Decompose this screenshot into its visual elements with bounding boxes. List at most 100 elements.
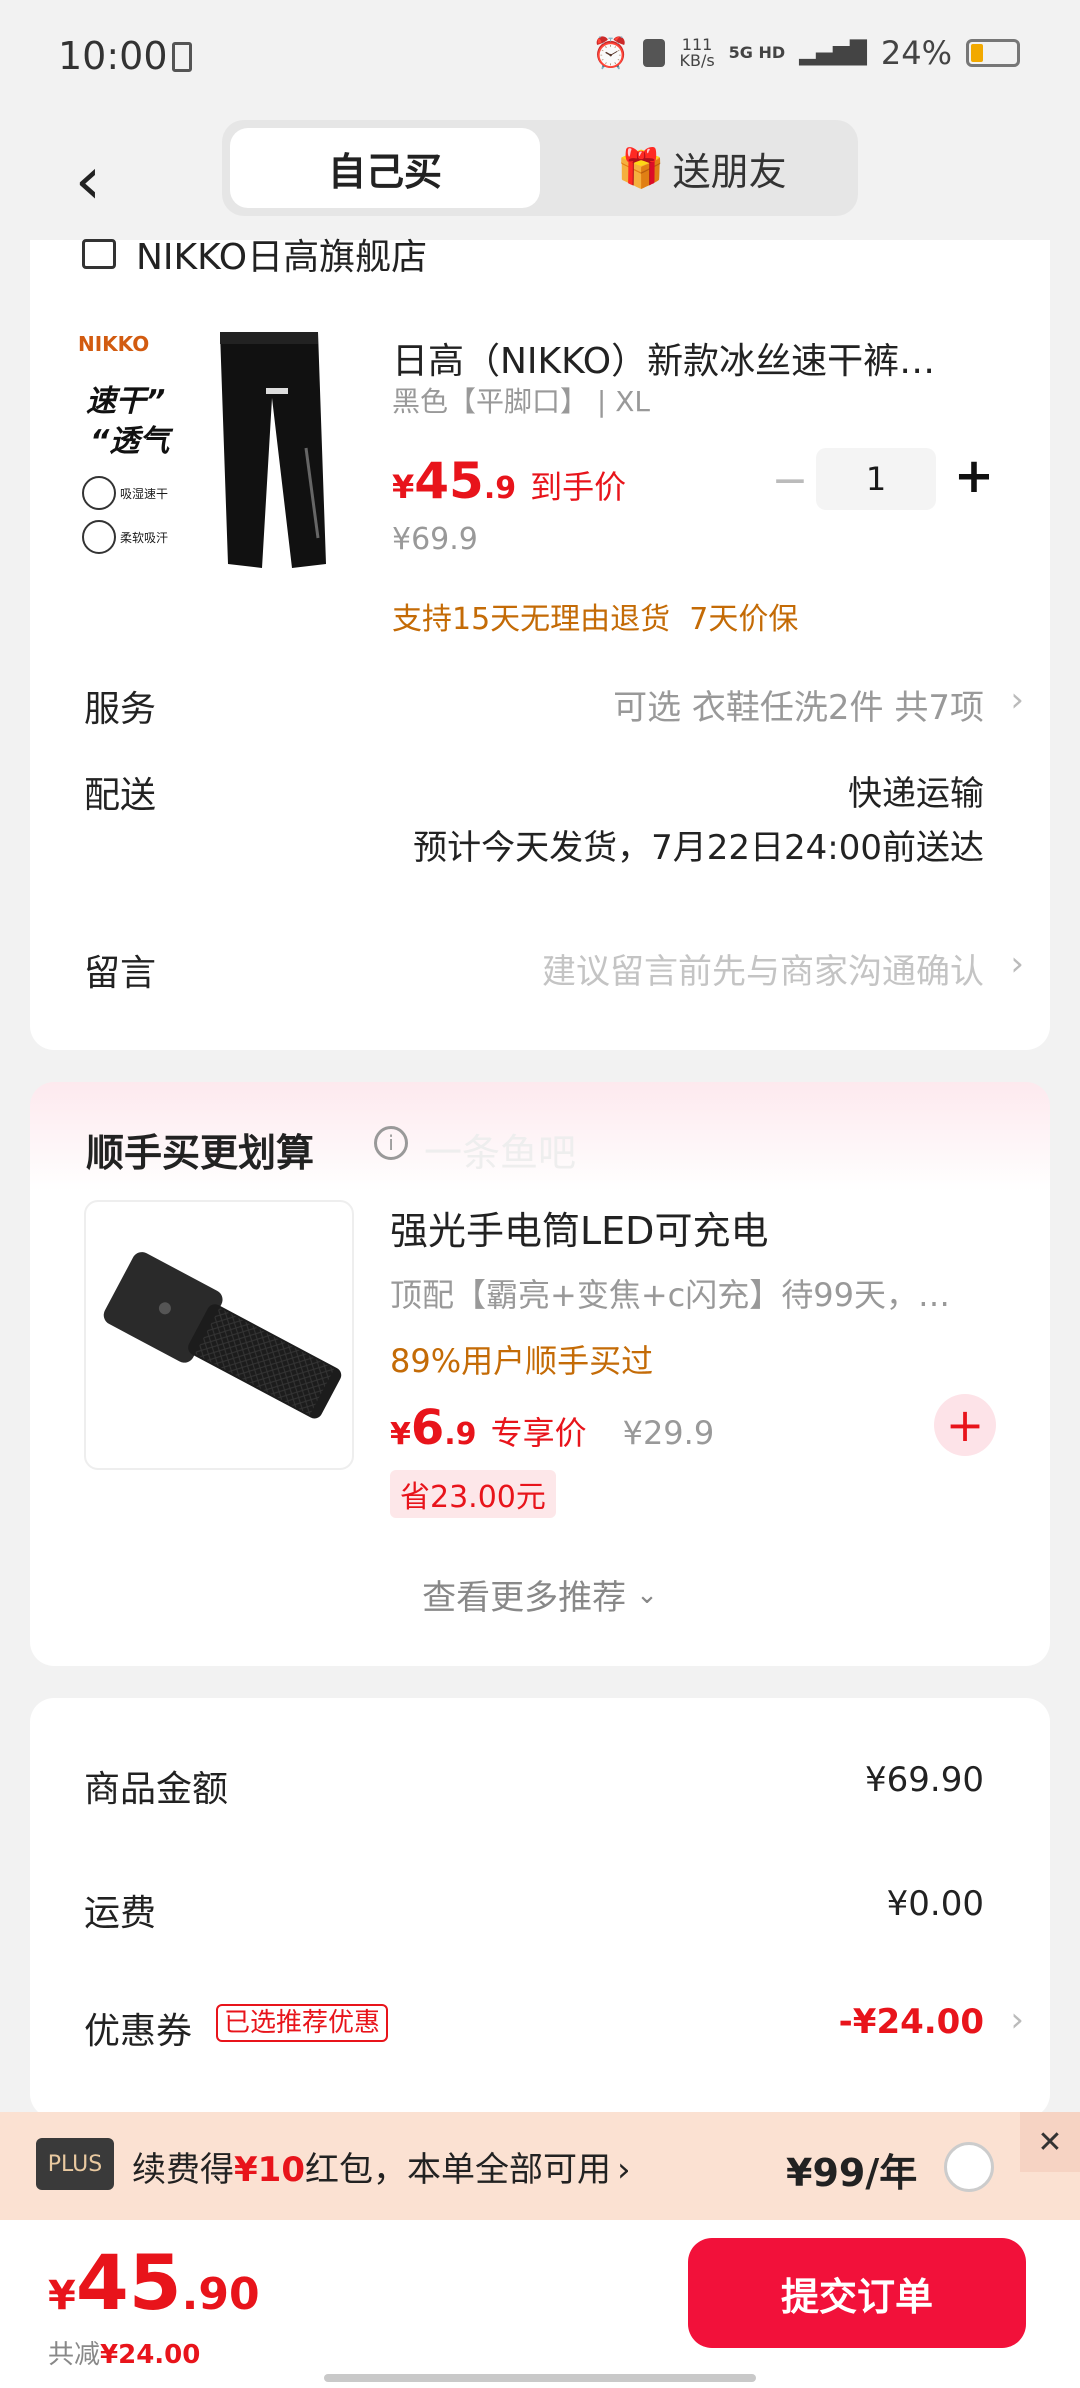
service-row[interactable]: 服务 可选 衣鞋任洗2件 共7项 › [84,676,1024,736]
upsell-item-title[interactable]: 强光手电筒LED可充电 [390,1200,768,1255]
chevron-down-icon: ⌄ [636,1579,658,1610]
network-type: 5G HD [728,43,786,62]
upsell-title: 顺手买更划算 [86,1131,315,1175]
quantity-field[interactable]: 1 [816,448,936,510]
plus-text-pre: 续费得 [132,2150,234,2190]
pants-image [220,332,326,568]
product-title[interactable]: 日高（NIKKO）新款冰丝速干裤… [392,332,1012,384]
delivery-row: 配送 快递运输 预计今天发货，7月22日24:00前送达 [84,762,1024,882]
store-icon [82,239,116,269]
note-placeholder: 建议留言前先与商家沟通确认 [542,952,984,992]
decrease-qty-button[interactable]: − [760,450,820,510]
tab-self-buy[interactable]: 自己买 [230,128,540,208]
gift-icon: 🎁 [617,145,665,190]
chevron-right-icon: › [616,2150,631,2190]
checkout-bar: ¥ 45 .90 共减¥24.00 提交订单 [0,2220,1080,2388]
guarantee-text: 支持15天无理由退货 7天价保 [392,602,799,637]
coupon-tag: 已选推荐优惠 [216,2004,389,2042]
note-label: 留言 [84,953,157,994]
shipping-value: ¥0.00 [886,1884,984,1924]
price-summary-card: 商品金额 ¥69.90 运费 ¥0.00 优惠券 已选推荐优惠 -¥24.00 … [30,1698,1050,2118]
product-price: ¥ 45 .9 到手价 [392,452,626,510]
buy-mode-switch: 自己买 🎁 送朋友 [222,120,858,216]
original-price: ¥69.9 [392,522,478,557]
upsell-original-price: ¥29.9 [622,1414,715,1452]
contact-icon [643,39,666,67]
goods-amount-value: ¥69.90 [865,1760,984,1800]
price-symbol: ¥ [392,468,415,506]
delivery-eta: 预计今天发货，7月22日24:00前送达 [413,828,984,868]
thumb-badge-1-text: 吸湿速干 [120,486,169,501]
upsell-card: 顺手买更划算 i 一条鱼吧 强光手电筒LED可充电 顶配【霸亮+变焦+c闪充】待… [30,1082,1050,1666]
plus-promo-bar[interactable]: PLUS 续费得 ¥10 红包，本单全部可用 › ¥99/年 ✕ [0,2112,1080,2220]
battery-level [971,44,983,62]
back-icon[interactable]: ‹ [58,140,118,220]
signal-icon: ▂▄▆█ [799,40,867,66]
upsell-item-image[interactable] [84,1200,354,1470]
upsell-item-desc: 顶配【霸亮+变焦+c闪充】待99天，… [390,1276,950,1314]
note-row[interactable]: 留言 建议留言前先与商家沟通确认 › [84,940,1024,1000]
chevron-right-icon: › [1010,2000,1024,2040]
upsell-price-label: 专享价 [490,1414,587,1452]
thumb-badge-2-text: 柔软吸汗 [120,530,169,545]
thumb-brand: NIKKO [78,332,150,356]
total-decimal: .90 [181,2269,260,2320]
price-label: 到手价 [530,468,627,506]
product-image[interactable]: NIKKO 速干” “透气 吸湿速干 柔软吸汗 [76,326,346,596]
coupon-value: -¥24.00 [838,2002,984,2042]
coupon-label: 优惠券 [84,2011,193,2052]
battery-icon [966,39,1020,67]
upsell-ghost-text: 一条鱼吧 [424,1131,577,1175]
service-label: 服务 [84,689,157,730]
increase-qty-button[interactable]: + [944,446,1004,506]
discount-label: 共减 [48,2340,101,2370]
product-variant[interactable]: 黑色【平脚口】 | XL [392,380,650,420]
add-upsell-button[interactable]: + [934,1394,996,1456]
tab-gift-label: 送朋友 [672,149,787,194]
net-speed: 111 KB/s [679,37,714,69]
upsell-price-symbol: ¥ [390,1417,411,1452]
upsell-price-integer: 6 [410,1400,445,1456]
delivery-method: 快递运输 [848,774,984,814]
status-right: ⏰ 111 KB/s 5G HD ▂▄▆█ 24% [592,34,1020,72]
flashlight-image [103,1252,342,1419]
plus-select-radio[interactable] [944,2142,994,2192]
store-row[interactable]: NIKKO日高旗舰店 [82,234,427,274]
total-integer: 45 [75,2238,182,2327]
thumb-badge-2: 柔软吸汗 [82,520,168,554]
net-speed-unit: KB/s [679,51,715,70]
discount-value: ¥24.00 [100,2340,201,2370]
thumb-badge-1: 吸湿速干 [82,476,168,510]
goods-amount-label: 商品金额 [84,1769,229,1810]
upsell-save-badge: 省23.00元 [390,1470,556,1518]
plus-text-post: 红包，本单全部可用 [304,2150,611,2190]
close-icon[interactable]: ✕ [1020,2112,1080,2172]
status-bar: 10:00 ⏰ 111 KB/s 5G HD ▂▄▆█ 24% [0,0,1080,118]
upsell-bought-text: 89%用户顺手买过 [390,1342,654,1380]
tab-gift-friend[interactable]: 🎁 送朋友 [552,128,852,208]
chevron-right-icon: › [1010,680,1024,720]
store-name: NIKKO日高旗舰店 [136,237,428,274]
shipping-label: 运费 [84,1893,157,1934]
home-indicator[interactable] [324,2374,756,2382]
alarm-icon: ⏰ [592,35,630,71]
submit-order-button[interactable]: 提交订单 [688,2238,1026,2348]
plus-price: ¥99/年 [786,2151,918,2195]
plus-badge: PLUS [36,2138,114,2190]
upsell-price-decimal: .9 [444,1417,477,1452]
total-price: ¥ 45 .90 [48,2238,260,2327]
chevron-right-icon: › [1010,944,1024,984]
thumb-line2: “透气 [90,424,170,459]
battery-percent: 24% [880,34,952,72]
badge-circle-icon [82,520,116,554]
see-more-recommend[interactable]: 查看更多推荐 ⌄ [30,1570,1050,1619]
delivery-label: 配送 [84,775,157,816]
upsell-price: ¥ 6 .9 专享价 ¥29.9 [390,1400,714,1456]
battery-small-icon [172,42,192,72]
see-more-label: 查看更多推荐 [422,1578,627,1618]
coupon-row[interactable]: 优惠券 已选推荐优惠 -¥24.00 › [84,2000,1024,2052]
price-decimal: .9 [483,471,517,506]
thumb-line1: 速干” [86,384,166,419]
info-icon[interactable]: i [374,1126,408,1160]
order-item-card: NIKKO日高旗舰店 NIKKO 速干” “透气 吸湿速干 柔软吸汗 日高（NI… [30,237,1050,1050]
